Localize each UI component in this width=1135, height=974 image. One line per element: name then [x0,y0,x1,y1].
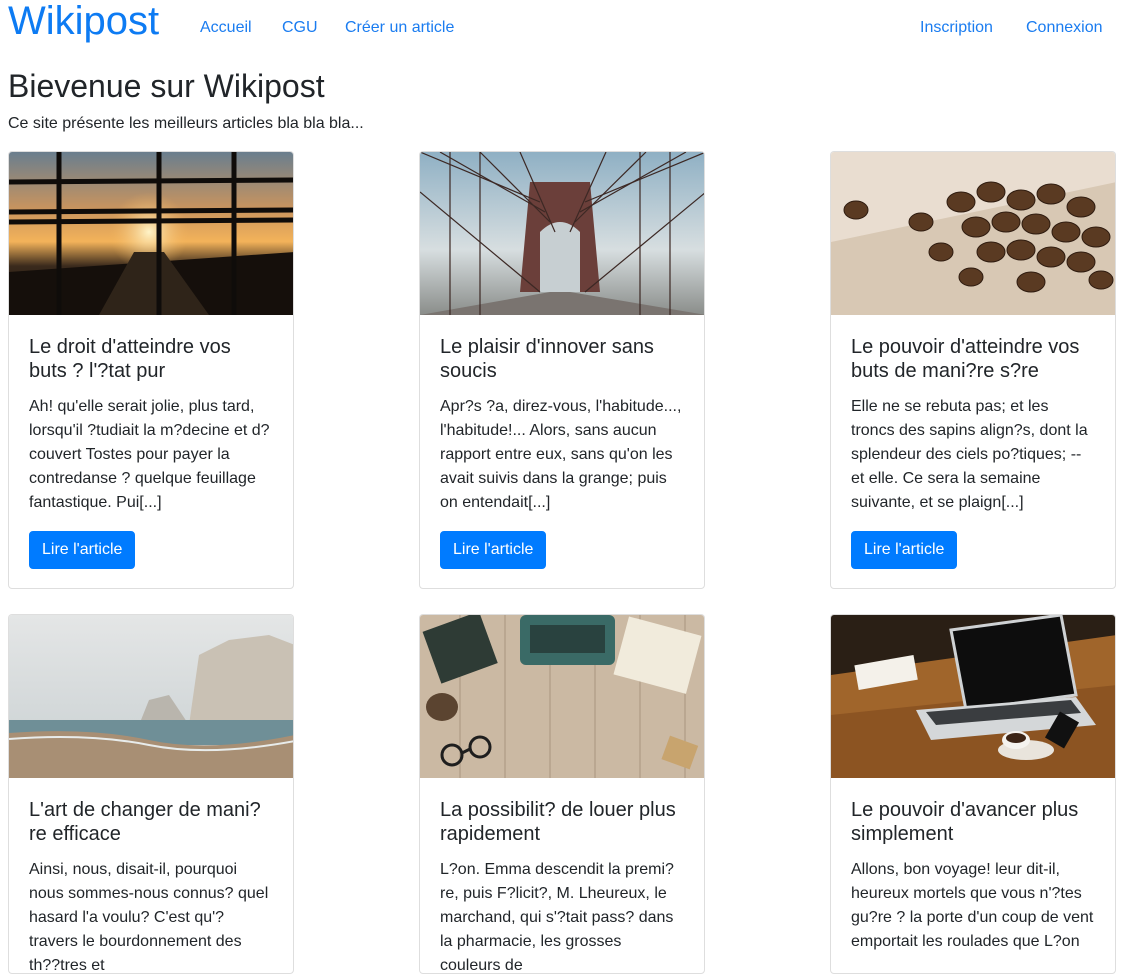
article-image-coffee-beans [831,152,1115,315]
article-card: Le pouvoir d'avancer plus simplement All… [830,614,1116,974]
article-title: Le droit d'atteindre vos buts ? l'?tat p… [29,336,231,382]
article-excerpt: Ah! qu'elle serait jolie, plus tard, lor… [29,398,270,511]
article-excerpt: Apr?s ?a, direz-vous, l'habitude..., l'h… [440,398,682,511]
read-article-button[interactable]: Lire l'article [29,531,136,569]
page-intro: Ce site présente les meilleurs articles … [8,115,364,132]
article-card: Le droit d'atteindre vos buts ? l'?tat p… [8,151,294,589]
nav-link-connexion[interactable]: Connexion [1026,18,1103,38]
article-title: L'art de changer de mani?re efficace [29,799,261,845]
article-image-typewriter [420,615,704,778]
article-excerpt: L?on. Emma descendit la premi?re, puis F… [440,861,674,974]
article-title: Le pouvoir d'avancer plus simplement [851,799,1079,845]
article-image-cliffs [9,615,293,778]
article-title: Le pouvoir d'atteindre vos buts de mani?… [851,336,1080,382]
article-image-bridge [420,152,704,315]
article-excerpt: Ainsi, nous, disait-il, pourquoi nous so… [29,861,269,974]
article-card: Le pouvoir d'atteindre vos buts de mani?… [830,151,1116,589]
article-title: La possibilit? de louer plus rapidement [440,799,676,845]
article-title: Le plaisir d'innover sans soucis [440,336,654,382]
article-card: Le plaisir d'innover sans soucis Apr?s ?… [419,151,705,589]
nav-link-inscription[interactable]: Inscription [920,18,993,38]
article-excerpt: Allons, bon voyage! leur dit-il, heureux… [851,861,1094,950]
page-title: Bievenue sur Wikipost [8,68,325,104]
nav-link-creer-article[interactable]: Créer un article [345,18,454,38]
article-card: L'art de changer de mani?re efficace Ain… [8,614,294,974]
article-card: La possibilit? de louer plus rapidement … [419,614,705,974]
nav-link-cgu[interactable]: CGU [282,18,318,38]
nav-link-accueil[interactable]: Accueil [200,18,252,38]
read-article-button[interactable]: Lire l'article [851,531,958,569]
navbar: Wikipost Accueil CGU Créer un article In… [0,0,1135,56]
read-article-button[interactable]: Lire l'article [440,531,547,569]
article-excerpt: Elle ne se rebuta pas; et les troncs des… [851,398,1088,511]
brand-logo-link[interactable]: Wikipost [8,0,159,45]
article-image-sunset [9,152,293,315]
article-image-laptop [831,615,1115,778]
